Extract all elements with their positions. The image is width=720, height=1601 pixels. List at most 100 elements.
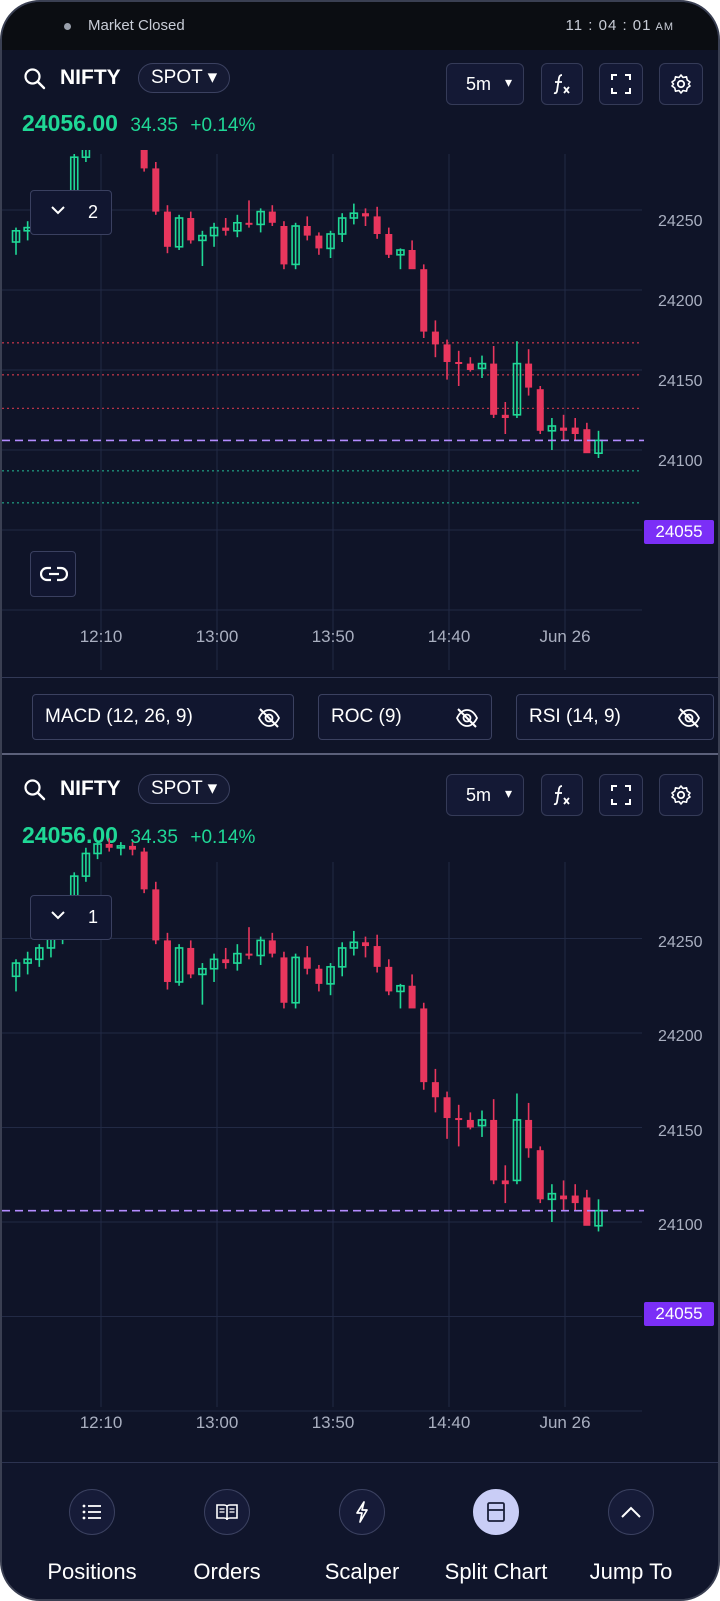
- candle-body: [303, 226, 311, 236]
- x-axis-label: 14:40: [427, 627, 471, 646]
- candle-body: [268, 211, 276, 223]
- price-levels-toggle[interactable]: 2: [30, 190, 112, 235]
- chart-toolbar: NIFTY SPOT ▾ 5m ▾: [2, 50, 718, 110]
- candle-body: [222, 227, 230, 231]
- fullscreen-icon: [611, 74, 631, 94]
- candle-body: [385, 966, 393, 992]
- chart-panel-bottom: NIFTY SPOT ▾ 5m ▾ 24056.00 34.35 +0.14% …: [2, 755, 720, 1462]
- candle-body: [373, 946, 381, 967]
- market-status-dot: [64, 23, 71, 30]
- chevron-down-icon: [49, 201, 67, 224]
- candle-body: [501, 1180, 509, 1185]
- y-axis-label: 24150: [658, 373, 703, 390]
- candle-body: [525, 363, 533, 388]
- candle-body: [455, 362, 463, 364]
- nav-label: Positions: [47, 1559, 137, 1584]
- price-row: 24056.00 34.35 +0.14%: [22, 110, 255, 137]
- nav-jump-to[interactable]: Jump To: [559, 1463, 703, 1599]
- y-axis-label: 24100: [658, 1217, 703, 1234]
- price-change-pct: +0.14%: [190, 115, 256, 136]
- candle-body: [163, 940, 171, 982]
- candlestick-chart[interactable]: [2, 755, 720, 1462]
- y-axis-label: 24150: [658, 1123, 703, 1140]
- nav-scalper[interactable]: Scalper: [290, 1463, 434, 1599]
- candle-body: [163, 211, 171, 247]
- candle-body: [105, 844, 113, 848]
- candle-body: [129, 845, 136, 850]
- indicator-chip-macd[interactable]: MACD (12, 26, 9): [32, 694, 294, 740]
- candle-body: [466, 363, 474, 370]
- chevron-down-icon: [49, 906, 67, 929]
- candle-body: [362, 213, 369, 217]
- split-icon: [473, 1489, 519, 1535]
- candle-body: [490, 363, 498, 415]
- candle-body: [420, 1008, 428, 1083]
- candle-body: [187, 947, 195, 975]
- settings-button[interactable]: [659, 63, 703, 105]
- market-status: Market Closed: [88, 17, 185, 34]
- price-levels-toggle[interactable]: 1: [30, 895, 112, 940]
- y-axis-label: 24200: [658, 293, 703, 310]
- x-axis-label: Jun 26: [539, 627, 591, 646]
- candle-body: [280, 957, 288, 1003]
- x-axis-label: 13:00: [195, 1413, 239, 1432]
- candle-body: [315, 235, 323, 249]
- candle-body: [280, 226, 288, 265]
- candle-body: [140, 851, 148, 890]
- candle-body: [525, 1119, 533, 1149]
- last-price-tag: 24055: [644, 1302, 714, 1326]
- candle-body: [408, 250, 416, 270]
- candle-body: [385, 234, 393, 255]
- indicator-chip-roc[interactable]: ROC (9): [318, 694, 492, 740]
- candle-body: [490, 1119, 498, 1181]
- timeframe-value: 5m: [466, 74, 492, 94]
- y-axis-label: 24100: [658, 453, 703, 470]
- eye-off-icon[interactable]: [677, 707, 701, 729]
- candle-body: [536, 389, 544, 431]
- x-axis-label: 12:10: [79, 1413, 123, 1432]
- symbol-name[interactable]: NIFTY: [60, 66, 121, 90]
- price-change: 34.35: [130, 115, 178, 136]
- candle-body: [187, 218, 195, 241]
- nav-label: Jump To: [589, 1559, 673, 1584]
- eye-off-icon[interactable]: [455, 707, 479, 729]
- nav-label: Orders: [193, 1559, 261, 1584]
- indicator-chip-rsi[interactable]: RSI (14, 9): [516, 694, 714, 740]
- candle-body: [315, 968, 323, 984]
- candle-body: [583, 429, 591, 454]
- nav-orders[interactable]: Orders: [155, 1463, 299, 1599]
- candle-body: [140, 150, 148, 169]
- link-charts-button[interactable]: [30, 551, 76, 597]
- link-icon: [40, 566, 68, 582]
- device-frame: Market Closed 11 : 04 : 01 AM NIFTY SPOT …: [0, 0, 720, 1601]
- fx-icon: [553, 74, 570, 95]
- price-levels-count: 2: [88, 202, 99, 222]
- x-axis-label: 13:50: [311, 1413, 355, 1432]
- nav-split-chart[interactable]: Split Chart: [424, 1463, 568, 1599]
- eye-off-icon[interactable]: [257, 707, 281, 729]
- indicator-fx-button[interactable]: [541, 63, 583, 105]
- candle-body: [373, 216, 381, 234]
- timeframe-dropdown[interactable]: 5m ▾: [446, 63, 524, 105]
- candle-body: [466, 1119, 474, 1128]
- nav-positions[interactable]: Positions: [20, 1463, 164, 1599]
- x-axis-label: 12:10: [79, 627, 123, 646]
- candle-body: [303, 957, 311, 969]
- candle-body: [583, 1197, 591, 1226]
- indicator-strip: MACD (12, 26, 9) ROC (9) RSI (14, 9): [2, 677, 718, 755]
- candle-body: [536, 1150, 544, 1200]
- indicator-label: RSI (14, 9): [529, 706, 621, 727]
- fullscreen-button[interactable]: [599, 63, 643, 105]
- gear-icon: [671, 74, 691, 94]
- segment-dropdown[interactable]: SPOT ▾: [138, 63, 231, 93]
- search-icon[interactable]: [22, 66, 48, 92]
- candle-body: [443, 344, 451, 362]
- candle-body: [420, 269, 428, 332]
- candle-body: [571, 427, 579, 434]
- candle-body: [560, 427, 568, 431]
- indicator-label: MACD (12, 26, 9): [45, 706, 193, 727]
- chevron-up-icon: [608, 1489, 654, 1535]
- market-clock: 11 : 04 : 01 AM: [566, 17, 674, 34]
- last-price: 24056.00: [22, 110, 118, 136]
- clock-time: 11 : 04 : 01: [565, 17, 652, 34]
